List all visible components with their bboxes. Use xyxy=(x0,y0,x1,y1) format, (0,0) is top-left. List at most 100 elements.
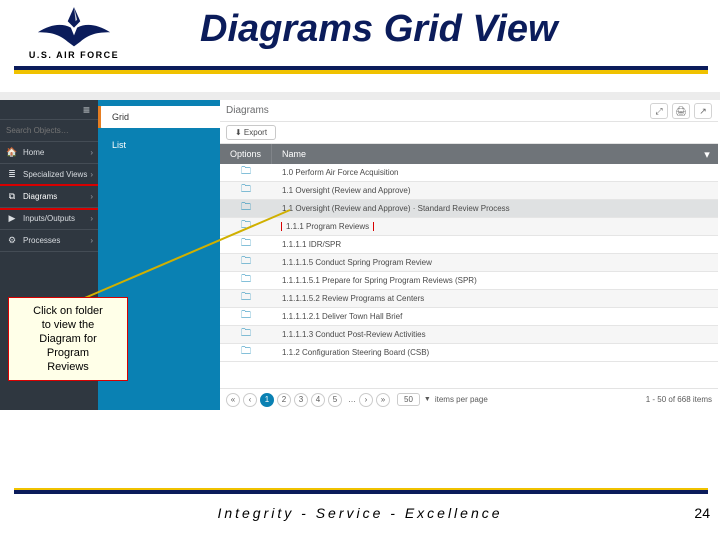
pager: « ‹ 1 2 3 4 5 … › » 50 ▼ items per page … xyxy=(220,388,718,410)
diagram-icon: ⧉ xyxy=(6,191,18,202)
page-size-select[interactable]: 50 xyxy=(397,393,420,406)
table-row[interactable]: 🗀 1.1.1.1 IDR/SPR xyxy=(220,236,718,254)
footer-tagline: Integrity - Service - Excellence xyxy=(0,505,720,521)
sidebar-item-home[interactable]: 🏠 Home › xyxy=(0,142,98,164)
slide-number: 24 xyxy=(694,505,710,521)
sidebar-toggle[interactable]: ≡ xyxy=(0,100,98,120)
folder-icon[interactable]: 🗀 xyxy=(241,308,251,325)
folder-icon[interactable]: 🗀 xyxy=(241,182,251,199)
row-name-cell[interactable]: 1.1.1.1.5 Conduct Spring Program Review xyxy=(272,258,718,267)
grid-panel: Diagrams ⤢ 🖨 ↗ ⬇ Export Options Name ▾ 🗀… xyxy=(220,100,718,410)
table-row[interactable]: 🗀 1.0 Perform Air Force Acquisition xyxy=(220,164,718,182)
browser-tab-bar xyxy=(0,92,720,100)
row-name-cell[interactable]: 1.1.1.1.2.1 Deliver Town Hall Brief xyxy=(272,312,718,321)
io-icon: ▶ xyxy=(6,213,18,224)
sidebar-item-label: Processes xyxy=(23,236,60,245)
folder-icon[interactable]: 🗀 xyxy=(241,254,251,271)
view-mode-label: Grid xyxy=(112,112,129,122)
table-row[interactable]: 🗀 1.1.2 Configuration Steering Board (CSB… xyxy=(220,344,718,362)
expand-icon[interactable]: ⤢ xyxy=(650,103,668,119)
pager-page-4[interactable]: 4 xyxy=(311,393,325,407)
pager-next[interactable]: › xyxy=(359,393,373,407)
table-row[interactable]: 🗀 1.1.1.1.5.1 Prepare for Spring Program … xyxy=(220,272,718,290)
grid-body: 🗀 1.0 Perform Air Force Acquisition 🗀 1.1 O… xyxy=(220,164,718,362)
org-name: U.S. AIR FORCE xyxy=(14,50,134,60)
sidebar-item-label: Diagrams xyxy=(23,192,57,201)
pager-prev[interactable]: ‹ xyxy=(243,393,257,407)
pager-first[interactable]: « xyxy=(226,393,240,407)
folder-icon[interactable]: 🗀 xyxy=(241,290,251,307)
row-name-cell[interactable]: 1.1.1.1.3 Conduct Post-Review Activities xyxy=(272,330,718,339)
page-size-label: items per page xyxy=(435,395,488,404)
table-row[interactable]: 🗀 1.1 Oversight (Review and Approve) xyxy=(220,182,718,200)
share-icon[interactable]: ↗ xyxy=(694,103,712,119)
table-row[interactable]: 🗀 1.1.1.1.5 Conduct Spring Program Review xyxy=(220,254,718,272)
org-logo: U.S. AIR FORCE xyxy=(14,4,134,64)
table-row[interactable]: 🗀 1.1.1.1.2.1 Deliver Town Hall Brief xyxy=(220,308,718,326)
folder-icon[interactable]: 🗀 xyxy=(241,272,251,289)
breadcrumb-text: Diagrams xyxy=(226,105,269,116)
pager-page-5[interactable]: 5 xyxy=(328,393,342,407)
callout-line: Reviews xyxy=(13,360,123,374)
pager-page-1[interactable]: 1 xyxy=(260,393,274,407)
chevron-right-icon: › xyxy=(90,214,93,223)
table-row[interactable]: 🗀 1.1.1 Program Reviews xyxy=(220,218,718,236)
row-name-cell[interactable]: 1.0 Perform Air Force Acquisition xyxy=(272,168,718,177)
print-icon[interactable]: 🖨 xyxy=(672,103,690,119)
view-mode-grid[interactable]: Grid xyxy=(98,106,220,128)
row-name-cell[interactable]: 1.1.1 Program Reviews xyxy=(272,222,718,231)
view-mode-list[interactable]: List xyxy=(98,134,220,156)
chevron-right-icon: › xyxy=(90,236,93,245)
page-title: Diagrams Grid View xyxy=(200,8,558,51)
callout-line: Diagram for xyxy=(13,332,123,346)
folder-icon[interactable]: 🗀 xyxy=(241,236,251,253)
chevron-right-icon: › xyxy=(90,170,93,179)
home-icon: 🏠 xyxy=(6,147,18,158)
table-row[interactable]: 🗀 1.1 Oversight (Review and Approve) · St… xyxy=(220,200,718,218)
row-name-cell[interactable]: 1.1.1.1.5.1 Prepare for Spring Program R… xyxy=(272,276,718,285)
breadcrumb: Diagrams ⤢ 🖨 ↗ xyxy=(220,100,718,122)
column-header-name[interactable]: Name xyxy=(272,144,696,164)
chevron-right-icon: › xyxy=(90,148,93,157)
pager-page-2[interactable]: 2 xyxy=(277,393,291,407)
column-header-options[interactable]: Options xyxy=(220,144,272,164)
table-row[interactable]: 🗀 1.1.1.1.5.2 Review Programs at Centers xyxy=(220,290,718,308)
folder-icon[interactable]: 🗀 xyxy=(241,218,251,235)
hamburger-icon: ≡ xyxy=(83,103,90,117)
row-name-cell[interactable]: 1.1 Oversight (Review and Approve) · Sta… xyxy=(272,204,718,213)
pager-status: 1 - 50 of 668 items xyxy=(646,395,712,404)
sidebar-item-inputs-outputs[interactable]: ▶ Inputs/Outputs › xyxy=(0,208,98,230)
sidebar-item-label: Specialized Views xyxy=(23,170,87,179)
footer-divider xyxy=(14,490,708,494)
sidebar-item-label: Home xyxy=(23,148,44,157)
sidebar-item-label: Inputs/Outputs xyxy=(23,214,75,223)
folder-icon[interactable]: 🗀 xyxy=(241,164,251,181)
sidebar-item-processes[interactable]: ⚙ Processes › xyxy=(0,230,98,252)
grid-header: Options Name ▾ xyxy=(220,144,718,164)
instruction-callout: Click on folder to view the Diagram for … xyxy=(8,297,128,381)
callout-line: Click on folder xyxy=(13,304,123,318)
sidebar-item-diagrams[interactable]: ⧉ Diagrams › xyxy=(0,186,98,208)
grid-toolbar: ⬇ Export xyxy=(220,122,718,144)
pager-last[interactable]: » xyxy=(376,393,390,407)
export-button[interactable]: ⬇ Export xyxy=(226,125,276,140)
views-icon: ≣ xyxy=(6,169,18,180)
process-icon: ⚙ xyxy=(6,235,18,246)
chevron-right-icon: › xyxy=(90,192,93,201)
header-divider xyxy=(14,66,708,70)
folder-icon[interactable]: 🗀 xyxy=(241,326,251,343)
sidebar-search[interactable]: 🔍 xyxy=(0,120,98,142)
row-name-cell[interactable]: 1.1 Oversight (Review and Approve) xyxy=(272,186,718,195)
callout-line: to view the xyxy=(13,318,123,332)
table-row[interactable]: 🗀 1.1.1.1.3 Conduct Post-Review Activitie… xyxy=(220,326,718,344)
filter-icon[interactable]: ▾ xyxy=(696,144,718,164)
folder-icon[interactable]: 🗀 xyxy=(241,344,251,361)
row-name-cell[interactable]: 1.1.1.1 IDR/SPR xyxy=(272,240,718,249)
sidebar-item-specialized-views[interactable]: ≣ Specialized Views › xyxy=(0,164,98,186)
folder-icon[interactable]: 🗀 xyxy=(241,200,251,217)
view-mode-label: List xyxy=(112,140,126,150)
row-name-cell[interactable]: 1.1.2 Configuration Steering Board (CSB) xyxy=(272,348,718,357)
row-name-cell[interactable]: 1.1.1.1.5.2 Review Programs at Centers xyxy=(272,294,718,303)
pager-page-3[interactable]: 3 xyxy=(294,393,308,407)
callout-line: Program xyxy=(13,346,123,360)
